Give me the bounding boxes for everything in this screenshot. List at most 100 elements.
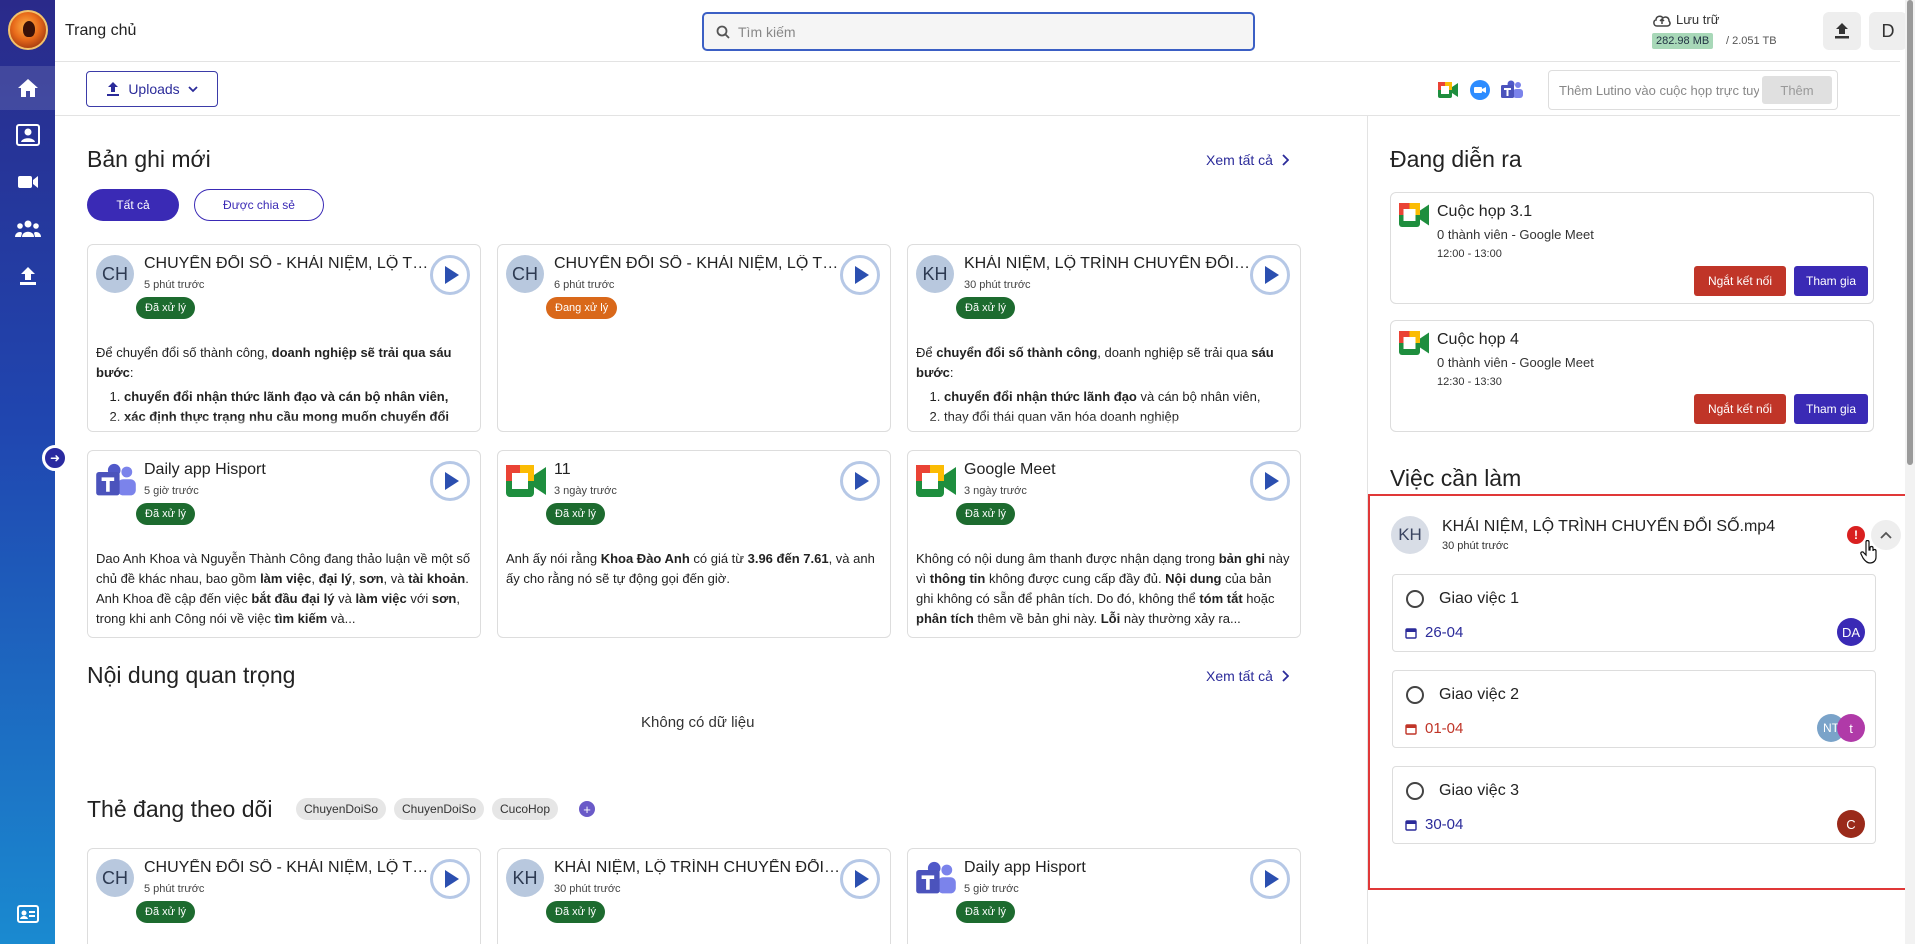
google-meet-icon[interactable] <box>1437 79 1459 101</box>
tag-chip[interactable]: ChuyenDoiSo <box>394 798 485 820</box>
task-name: Giao việc 2 <box>1439 686 1520 703</box>
status-badge: Đã xử lý <box>956 901 1015 923</box>
search-box[interactable] <box>702 12 1255 51</box>
zoom-icon[interactable] <box>1469 79 1491 101</box>
filter-all-chip[interactable]: Tất cả <box>87 189 179 221</box>
filter-shared-chip[interactable]: Được chia sẻ <box>194 189 324 221</box>
status-badge: Đã xử lý <box>136 901 195 923</box>
recording-summary: Để chuyển đổi số thành công, doanh nghiệ… <box>916 343 1292 427</box>
task-checkbox[interactable] <box>1406 686 1424 704</box>
see-all-recent-link[interactable]: Xem tất cả <box>1206 152 1289 168</box>
recording-card[interactable]: Google Meet 3 ngày trước Đã xử lý Không … <box>907 450 1301 638</box>
disconnect-button[interactable]: Ngắt kết nối <box>1694 394 1786 424</box>
play-button[interactable] <box>840 255 880 295</box>
meeting-name: Cuộc họp 3.1 <box>1437 203 1533 220</box>
calendar-icon <box>1405 723 1417 735</box>
todo-time: 30 phút trước <box>1442 540 1509 552</box>
contacts-icon[interactable] <box>0 113 55 157</box>
join-button[interactable]: Tham gia <box>1794 266 1868 296</box>
play-button[interactable] <box>430 859 470 899</box>
recording-card[interactable]: CH CHUYỂN ĐỔI SỐ - KHÁI NIỆM, LỘ TRÌNH C… <box>87 848 481 944</box>
video-icon[interactable] <box>0 160 55 204</box>
recording-avatar: CH <box>506 255 544 293</box>
chevron-right-icon <box>1282 670 1289 682</box>
teams-icon <box>916 859 956 899</box>
tag-chip[interactable]: CucoHop <box>492 798 559 820</box>
task-item[interactable]: Giao việc 1 26-04 DA <box>1392 574 1876 652</box>
recording-title: Daily app Hisport <box>144 461 266 478</box>
disconnect-button[interactable]: Ngắt kết nối <box>1694 266 1786 296</box>
invite-bot-field[interactable]: Thêm <box>1548 70 1838 110</box>
play-button[interactable] <box>840 859 880 899</box>
recording-card[interactable]: Daily app Hisport 5 giờ trước Đã xử lý <box>907 848 1301 944</box>
search-icon <box>716 25 730 39</box>
recording-title: 11 <box>554 461 571 478</box>
task-name: Giao việc 1 <box>1439 590 1520 607</box>
assignee-avatar[interactable]: DA <box>1837 618 1865 646</box>
recording-summary: Anh ấy nói rằng Khoa Đào Anh có giá từ 3… <box>506 551 875 586</box>
task-checkbox[interactable] <box>1406 590 1424 608</box>
recording-time: 30 phút trước <box>964 279 1031 291</box>
play-button[interactable] <box>430 255 470 295</box>
play-button[interactable] <box>1250 461 1290 501</box>
task-date: 01-04 <box>1425 720 1464 737</box>
id-card-icon[interactable] <box>0 894 55 934</box>
play-button[interactable] <box>1250 859 1290 899</box>
meeting-hours: 12:30 - 13:30 <box>1437 376 1502 388</box>
add-bot-button[interactable]: Thêm <box>1762 76 1832 104</box>
tag-chip[interactable]: ChuyenDoiSo <box>296 798 387 820</box>
scrollbar-thumb[interactable] <box>1907 0 1913 465</box>
recording-card[interactable]: KH KHÁI NIỆM, LỘ TRÌNH CHUYỂN ĐỔI SỐ.mp4… <box>497 848 891 944</box>
recording-card[interactable]: CH CHUYỂN ĐỔI SỐ - KHÁI NIỆM, LỘ TRÌNH C… <box>497 244 891 432</box>
play-button[interactable] <box>840 461 880 501</box>
mouse-cursor-icon <box>1860 539 1880 569</box>
meeting-info: 0 thành viên - Google Meet <box>1437 227 1594 242</box>
join-button[interactable]: Tham gia <box>1794 394 1868 424</box>
recording-title: KHÁI NIỆM, LỘ TRÌNH CHUYỂN ĐỔI SỐ.mp4 <box>964 255 1254 272</box>
task-checkbox[interactable] <box>1406 782 1424 800</box>
search-input[interactable] <box>738 23 1218 40</box>
recording-card[interactable]: KH KHÁI NIỆM, LỘ TRÌNH CHUYỂN ĐỔI SỐ.mp4… <box>907 244 1301 432</box>
upload-icon[interactable] <box>0 254 55 298</box>
recording-title: CHUYỂN ĐỔI SỐ - KHÁI NIỆM, LỘ TRÌNH CHUY… <box>144 255 434 272</box>
team-icon[interactable] <box>0 207 55 251</box>
live-meeting-card: Cuộc họp 3.1 0 thành viên - Google Meet … <box>1390 192 1874 304</box>
meeting-name: Cuộc họp 4 <box>1437 331 1519 348</box>
task-item[interactable]: Giao việc 2 01-04 NT t <box>1392 670 1876 748</box>
see-all-important-link[interactable]: Xem tất cả <box>1206 668 1289 684</box>
page-scrollbar[interactable] <box>1905 0 1915 944</box>
recent-recordings-title: Bản ghi mới <box>87 146 211 172</box>
uploads-dropdown-button[interactable]: Uploads <box>86 71 218 107</box>
user-avatar[interactable]: D <box>1869 12 1907 50</box>
play-button[interactable] <box>430 461 470 501</box>
status-badge: Đang xử lý <box>546 297 618 319</box>
meeting-info: 0 thành viên - Google Meet <box>1437 355 1594 370</box>
recording-card[interactable]: Daily app Hisport 5 giờ trước Đã xử lý D… <box>87 450 481 638</box>
live-meetings-title: Đang diễn ra <box>1390 146 1522 172</box>
home-icon[interactable] <box>0 66 55 110</box>
storage-total: / 2.051 TB <box>1726 35 1777 47</box>
recording-time: 5 giờ trước <box>964 883 1019 895</box>
teams-icon[interactable] <box>1501 79 1523 101</box>
status-badge: Đã xử lý <box>136 297 195 319</box>
task-item[interactable]: Giao việc 3 30-04 C <box>1392 766 1876 844</box>
app-logo[interactable] <box>8 10 48 50</box>
recording-time: 6 phút trước <box>554 279 615 291</box>
play-button[interactable] <box>1250 255 1290 295</box>
meeting-hours: 12:00 - 13:00 <box>1437 248 1502 260</box>
assignee-avatar[interactable]: t <box>1837 714 1865 742</box>
assignee-avatar[interactable]: C <box>1837 810 1865 838</box>
recording-card[interactable]: 11 3 ngày trước Đã xử lý Anh ấy nói rằng… <box>497 450 891 638</box>
add-tag-icon[interactable]: + <box>579 801 595 817</box>
upload-button[interactable] <box>1823 12 1861 50</box>
chevron-up-icon <box>1880 531 1892 539</box>
recording-card[interactable]: CH CHUYỂN ĐỔI SỐ - KHÁI NIỆM, LỘ TRÌNH C… <box>87 244 481 432</box>
uploads-label: Uploads <box>128 81 180 97</box>
teams-icon <box>96 461 136 501</box>
sidebar-expand-icon[interactable]: ➜ <box>42 445 68 471</box>
recording-avatar: KH <box>916 255 954 293</box>
meeting-link-input[interactable] <box>1559 82 1759 98</box>
chevron-down-icon <box>188 86 198 93</box>
left-rail <box>0 0 55 944</box>
toolbar: Uploads Thêm <box>55 62 1900 116</box>
